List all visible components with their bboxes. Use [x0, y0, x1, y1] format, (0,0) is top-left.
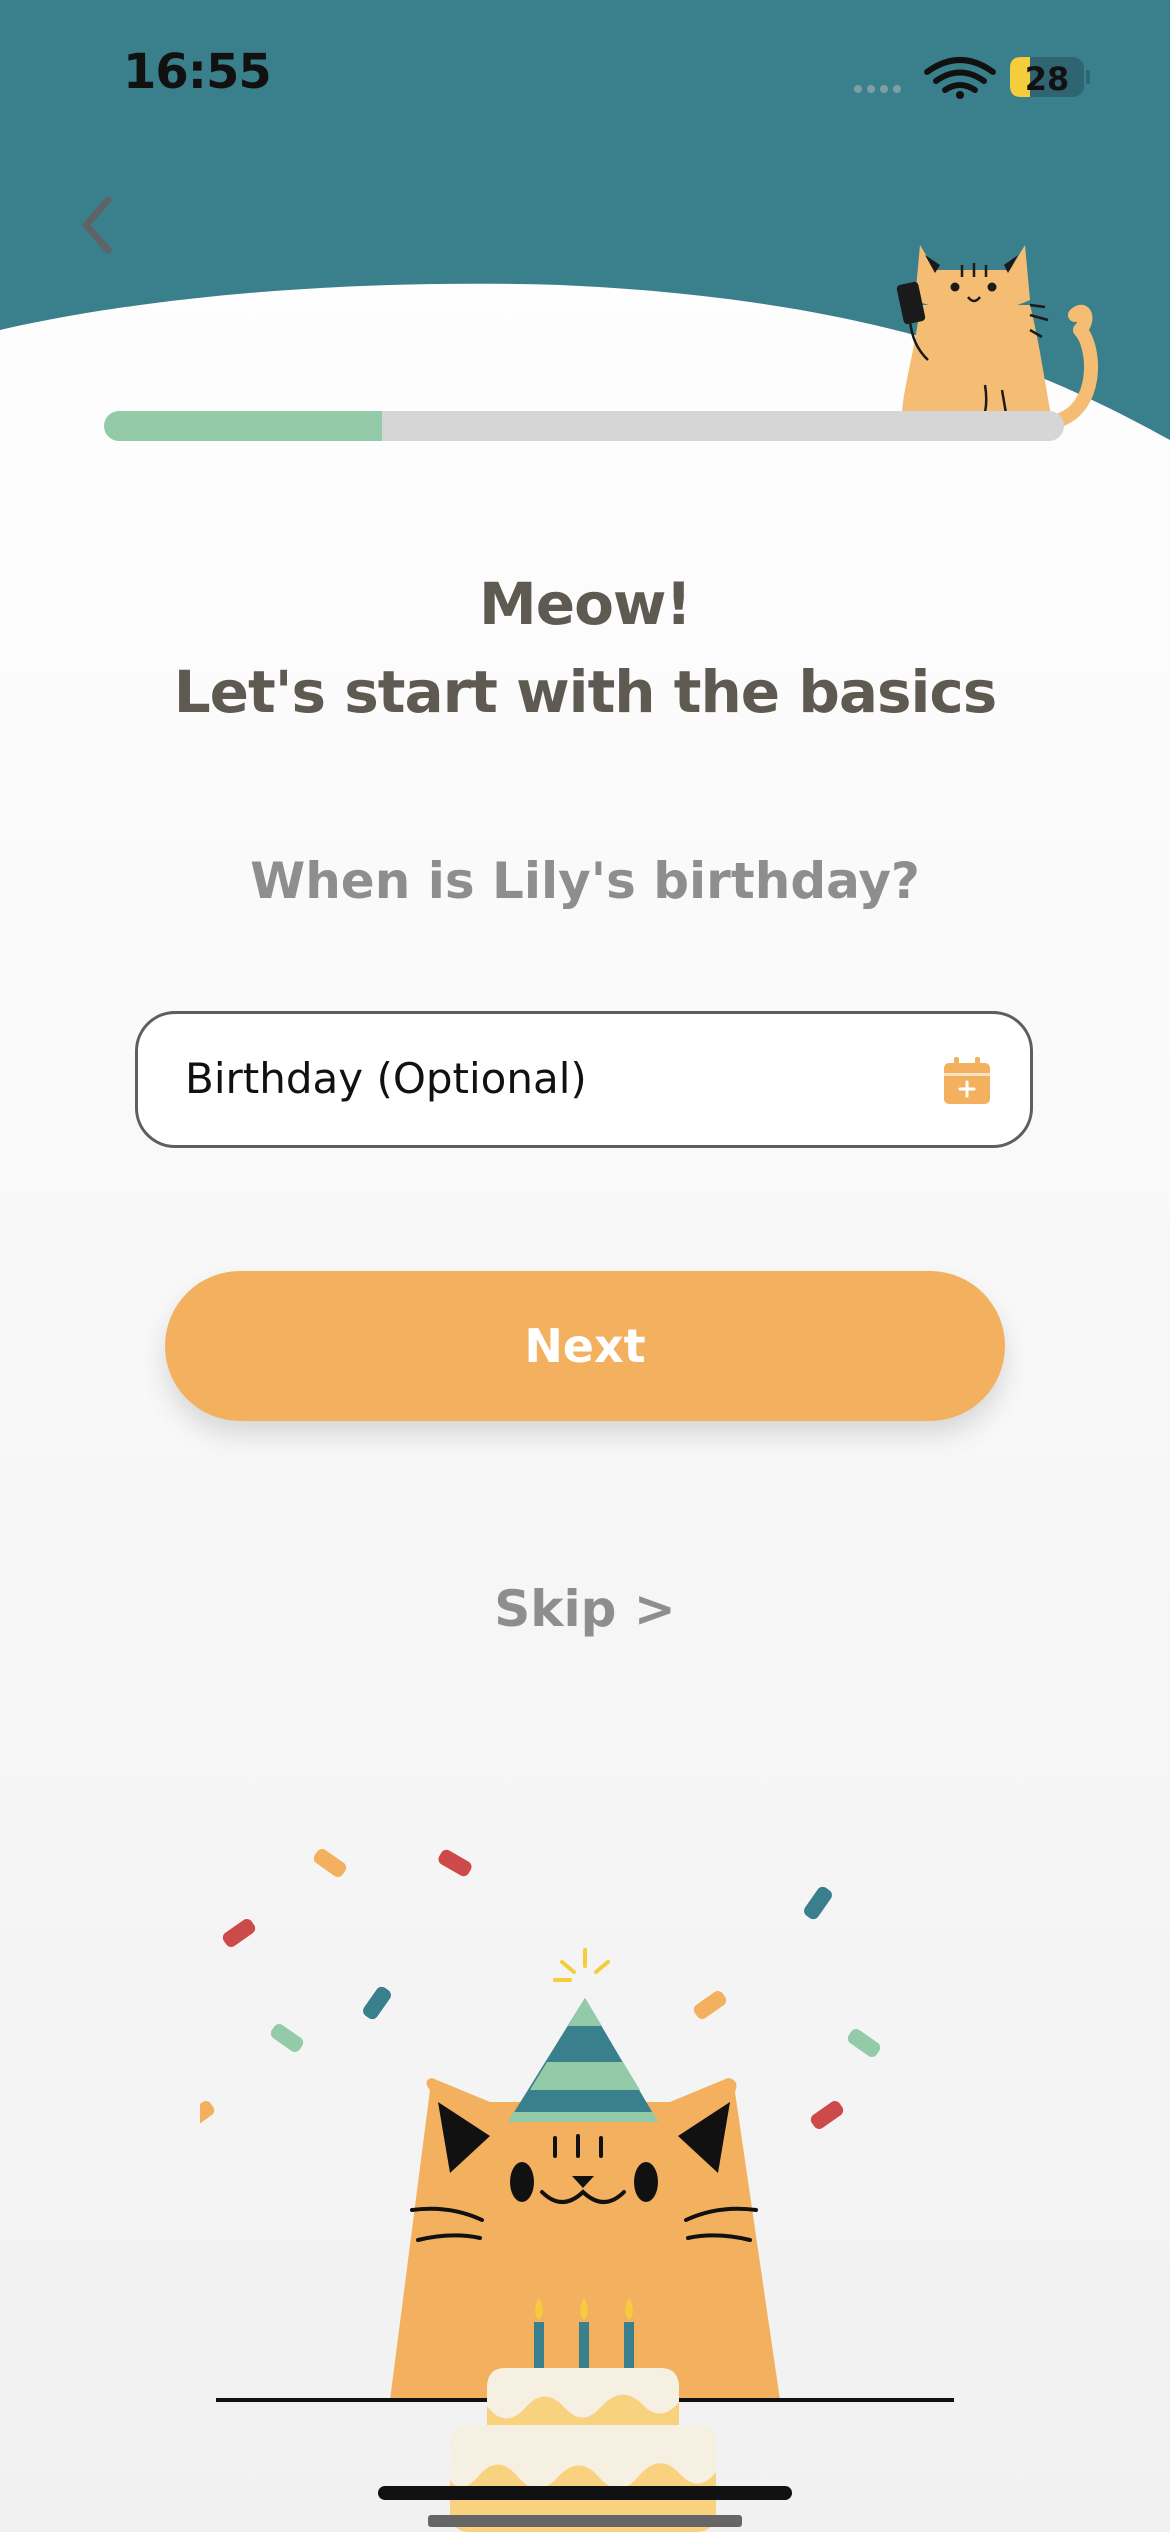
home-indicator-shadow [428, 2515, 742, 2527]
birthday-cake [450, 2368, 716, 2532]
next-button[interactable]: Next [165, 1271, 1005, 1421]
page-title: Meow! [479, 570, 692, 638]
calendar-add-icon[interactable] [942, 1056, 992, 1106]
birthday-placeholder: Birthday (Optional) [185, 1054, 587, 1103]
battery-level: 28 [1025, 60, 1070, 98]
birthday-field[interactable]: Birthday (Optional) [135, 1011, 1033, 1148]
home-indicator[interactable] [378, 2486, 792, 2500]
birthday-question: When is Lily's birthday? [250, 852, 920, 910]
back-button[interactable] [70, 190, 130, 260]
cat-with-party-hat-and-birthday-cake [200, 1849, 954, 2532]
status-time: 16:55 [123, 44, 272, 100]
progress-bar [104, 411, 1064, 441]
signal-dots-icon [854, 85, 901, 93]
progress-fill [104, 411, 383, 441]
cat-with-phone-illustration [896, 245, 1099, 437]
wifi-icon [924, 57, 996, 93]
status-icons: 28 [854, 57, 1090, 99]
chevron-left-icon [82, 196, 112, 254]
page-subtitle: Let's start with the basics [173, 658, 998, 726]
skip-button[interactable]: Skip > [0, 1580, 1170, 1638]
